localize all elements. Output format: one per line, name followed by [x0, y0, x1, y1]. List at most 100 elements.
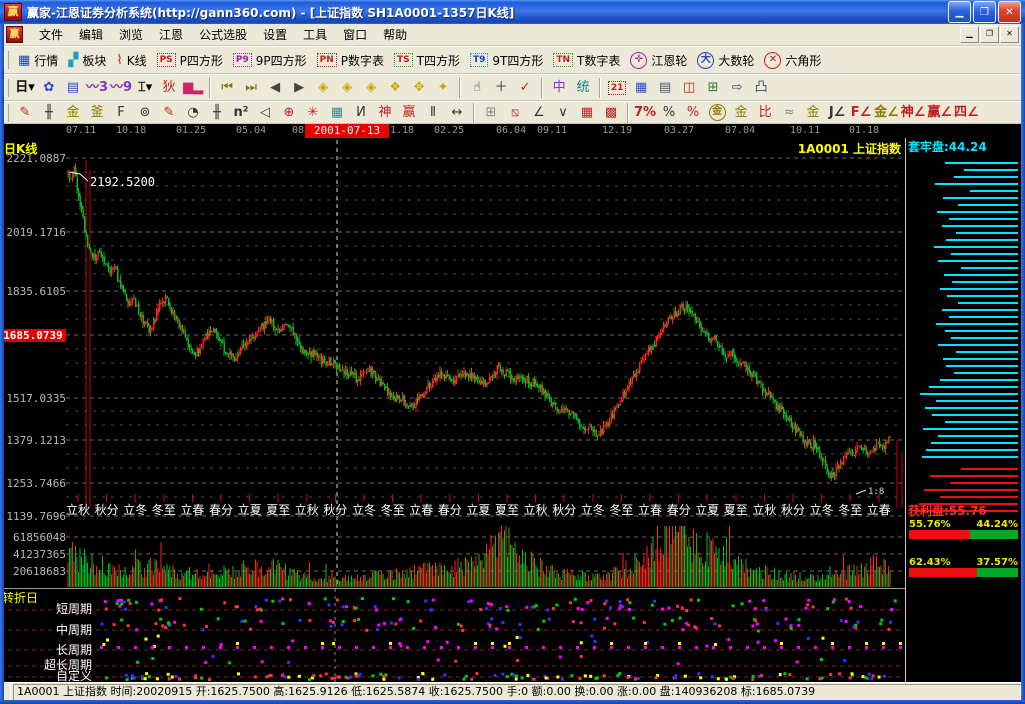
f-angle-button[interactable]: F∠ — [849, 102, 873, 123]
f-square-button[interactable]: F — [109, 102, 133, 123]
child-minimize-button[interactable]: ▁ — [960, 26, 979, 43]
gann-count-button[interactable]: И — [349, 102, 373, 123]
period-day-dropdown-button[interactable]: 日▾ — [13, 77, 37, 98]
crosshair-tool-button[interactable]: ＋ — [489, 77, 513, 98]
turning-point-panel[interactable]: 转折日 短周期中周期长周期超长周期自定义 gann 360 5432109876… — [0, 588, 1025, 682]
gold-3-button[interactable]: 金 — [801, 102, 825, 123]
gold-section-2-button[interactable]: 釜 — [85, 102, 109, 123]
menu-item-2[interactable]: 编辑 — [71, 26, 111, 44]
p-square-button[interactable]: PSP四方形 — [152, 48, 228, 72]
kline-button[interactable]: ⌇K线 — [111, 48, 151, 72]
stat-tool-button[interactable]: 统 — [571, 77, 595, 98]
menu-item-4[interactable]: 江恩 — [151, 26, 191, 44]
child-restore-button[interactable]: ❐ — [980, 26, 999, 43]
burst-button[interactable]: ✳ — [301, 102, 325, 123]
diamond-lr-button[interactable]: ◈ — [359, 77, 383, 98]
hatch-box-button[interactable]: ⧅ — [503, 102, 527, 123]
percent-button[interactable]: % — [657, 102, 681, 123]
gold-circle-button[interactable]: 金 — [705, 102, 729, 123]
menu-item-5[interactable]: 公式选股 — [191, 26, 255, 44]
pen-2-button[interactable]: ✎ — [157, 102, 181, 123]
wave-3-button[interactable]: 〰3 — [85, 77, 109, 98]
ying-angle-button[interactable]: 赢∠ — [926, 102, 953, 123]
info-board-button[interactable]: ▤ — [61, 77, 85, 98]
9t-square-button[interactable]: T99T四方形 — [465, 48, 548, 72]
hand-tool-button[interactable]: ☝ — [465, 77, 489, 98]
restore-button[interactable]: ❐ — [973, 1, 996, 23]
diamond-left-button[interactable]: ◈ — [311, 77, 335, 98]
n-square-button[interactable]: n² — [229, 102, 253, 123]
save-button[interactable]: ◫ — [677, 77, 701, 98]
export-data-button[interactable]: ⇨ — [725, 77, 749, 98]
menu-item-3[interactable]: 浏览 — [111, 26, 151, 44]
print-button[interactable]: 凸 — [749, 77, 773, 98]
diamond-right-button[interactable]: ◈ — [335, 77, 359, 98]
target-red-button[interactable]: ⊕ — [277, 102, 301, 123]
wave-9-button[interactable]: 〰9 — [109, 77, 133, 98]
candle-style-dropdown-button[interactable]: ⌶▾ — [133, 77, 157, 98]
export-image-button[interactable]: ⊞ — [701, 77, 725, 98]
color-histogram-button[interactable]: ▆▂ — [181, 77, 205, 98]
diamond-x-button[interactable]: ❖ — [383, 77, 407, 98]
shen-button[interactable]: 神 — [373, 102, 397, 123]
close-button[interactable]: ✕ — [998, 1, 1021, 23]
gold-lines-button[interactable]: 金 — [729, 102, 753, 123]
zhong-tool-button[interactable]: 中 — [547, 77, 571, 98]
menu-item-7[interactable]: 工具 — [295, 26, 335, 44]
minimize-button[interactable]: ▁ — [948, 1, 971, 23]
menu-item-1[interactable]: 文件 — [31, 26, 71, 44]
sectors-button[interactable]: ▞板块 — [63, 48, 111, 72]
gold-angle-button[interactable]: 金∠ — [873, 102, 900, 123]
toolbar-grip[interactable] — [4, 79, 9, 97]
time-ruler-button[interactable]: ╫ — [37, 102, 61, 123]
page-left-button[interactable]: ◀ — [263, 77, 287, 98]
menu-item-8[interactable]: 窗口 — [335, 26, 375, 44]
red-pattern-button[interactable]: 狄 — [157, 77, 181, 98]
time-ruler-2-button[interactable]: ╫ — [205, 102, 229, 123]
quotes-button[interactable]: ▦行情 — [13, 48, 63, 72]
grid-red-2-button[interactable]: ▩ — [599, 102, 623, 123]
diamond-plus-button[interactable]: ✥ — [407, 77, 431, 98]
menu-item-9[interactable]: 帮助 — [375, 26, 415, 44]
bar-count-button[interactable]: ⫴ — [421, 102, 445, 123]
angle-line-button[interactable]: ∠ — [527, 102, 551, 123]
big-number-wheel-button[interactable]: 大大数轮 — [692, 48, 759, 72]
t-square-button[interactable]: TST四方形 — [389, 48, 465, 72]
candlestick-chart[interactable]: 2192.52001:8 — [0, 138, 905, 588]
go-last-button[interactable]: ⏭ — [239, 77, 263, 98]
toolbar-grip[interactable] — [4, 51, 9, 69]
flag-button[interactable]: ◁ — [253, 102, 277, 123]
span-measure-button[interactable]: ↔ — [445, 102, 469, 123]
chip-distribution-panel[interactable]: 套牢盘:44.24 获利盘:55.76 55.76%44.24%62.43%37… — [905, 138, 1025, 682]
gold-section-button[interactable]: 金 — [61, 102, 85, 123]
percent-lines-button[interactable]: % — [681, 102, 705, 123]
page-right-button[interactable]: ▶ — [287, 77, 311, 98]
pen-check-button[interactable]: ✓ — [513, 77, 537, 98]
pen-button[interactable]: ✎ — [13, 102, 37, 123]
balance-pen-button[interactable]: 比 — [753, 102, 777, 123]
wave-gray-button[interactable]: ≈ — [777, 102, 801, 123]
si-angle-button[interactable]: 四∠ — [953, 102, 980, 123]
j-angle-button[interactable]: J∠ — [825, 102, 849, 123]
t-percent-button[interactable]: 7% — [633, 102, 657, 123]
grid-teal-button[interactable]: ▦ — [325, 102, 349, 123]
spiral-button[interactable]: ⊚ — [133, 102, 157, 123]
calendar-button[interactable]: 21 — [605, 77, 629, 98]
hexagon-button[interactable]: ✕六角形 — [759, 48, 826, 72]
zigzag-button[interactable]: ∨ — [551, 102, 575, 123]
t-number-table-button[interactable]: TNT数字表 — [548, 48, 625, 72]
shen-angle-button[interactable]: 神∠ — [900, 102, 927, 123]
go-first-button[interactable]: ⏮ — [215, 77, 239, 98]
gann-wheel-button[interactable]: ✛江恩轮 — [625, 48, 692, 72]
grid-red-button[interactable]: ▦ — [575, 102, 599, 123]
ying-button[interactable]: 赢 — [397, 102, 421, 123]
9p-square-button[interactable]: P99P四方形 — [228, 48, 312, 72]
toolbar-grip[interactable] — [4, 104, 9, 122]
calculator-button[interactable]: ▦ — [629, 77, 653, 98]
formula-overlay-button[interactable]: ✿ — [37, 77, 61, 98]
p-number-table-button[interactable]: PNP数字表 — [312, 48, 389, 72]
notepad-button[interactable]: ▤ — [653, 77, 677, 98]
box-grid-button[interactable]: ⊞ — [479, 102, 503, 123]
clock-circle-button[interactable]: ◔ — [181, 102, 205, 123]
diamond-star-button[interactable]: ✦ — [431, 77, 455, 98]
